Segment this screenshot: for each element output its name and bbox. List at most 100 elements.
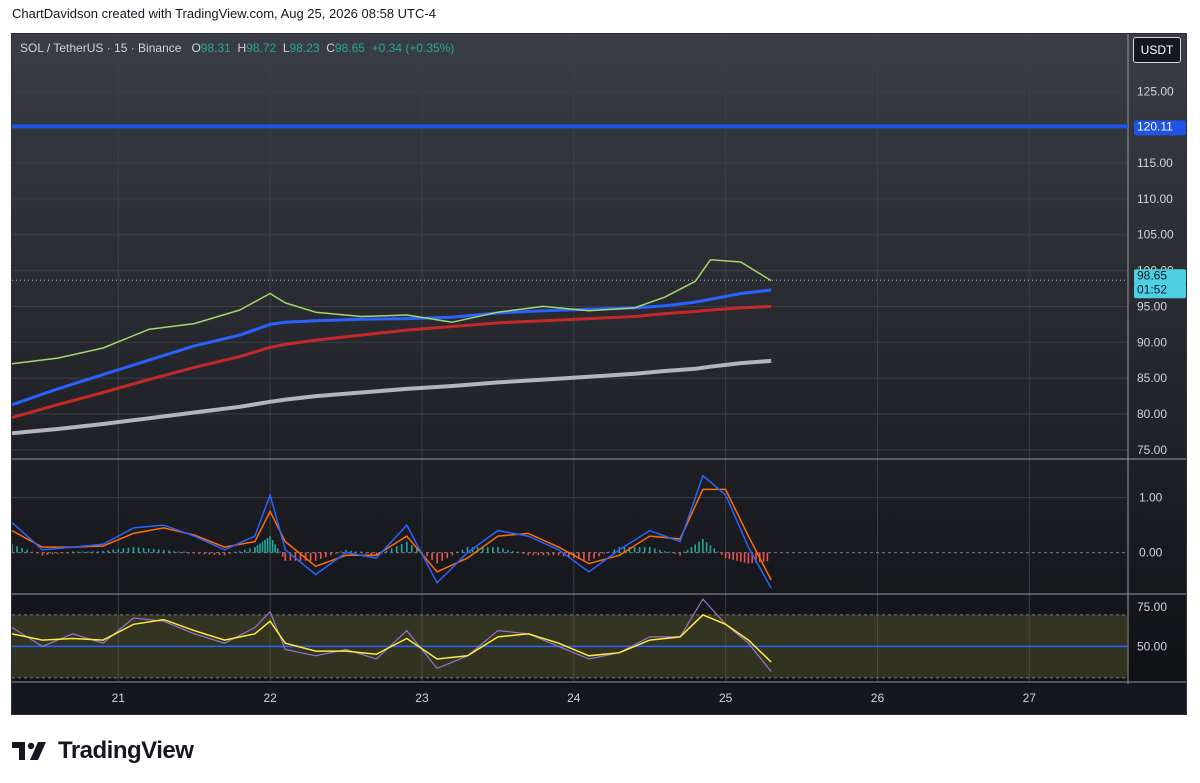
macd-hist-bar <box>679 552 681 556</box>
macd-hist-bar <box>31 551 34 553</box>
macd-hist-bar <box>426 552 428 557</box>
macd-hist-bar <box>451 552 454 556</box>
macd-hist-bar <box>314 552 317 561</box>
macd-hist-bar <box>411 545 413 553</box>
macd-hist-bar <box>87 551 89 553</box>
macd-hist-bar <box>492 547 494 553</box>
chart-canvas[interactable]: 125.00115.00110.00105.00100.0095.0090.00… <box>12 34 1186 714</box>
price-tick-label: 80.00 <box>1137 407 1167 421</box>
macd-hist-bar <box>168 550 170 553</box>
macd-hist-bar <box>132 547 135 553</box>
macd-hist-bar <box>527 552 530 556</box>
time-tick-label: 26 <box>871 691 885 705</box>
macd-hist-bar <box>355 551 357 553</box>
macd-hist-bar <box>659 549 661 553</box>
time-tick-label: 27 <box>1023 691 1037 705</box>
macd-hist-bar <box>436 552 438 564</box>
macd-hist-bar <box>732 552 735 560</box>
macd-hist-bar <box>593 552 595 559</box>
macd-hist-bar <box>256 545 259 553</box>
macd-hist-bar <box>690 547 693 553</box>
high-value: 98.72 <box>246 41 277 55</box>
macd-hist-bar <box>228 552 231 554</box>
macd-hist-bar <box>188 552 190 554</box>
macd-hist-bar <box>557 552 560 556</box>
macd-hist-bar <box>736 552 738 561</box>
macd-hist-bar <box>51 552 54 555</box>
macd-hist-bar <box>717 551 719 553</box>
macd-hist-bar <box>686 549 689 553</box>
chart-frame[interactable]: 125.00115.00110.00105.00100.0095.0090.00… <box>11 33 1187 715</box>
macd-hist-bar <box>198 552 201 554</box>
macd-hist-bar <box>21 548 23 553</box>
macd-hist-bar <box>713 548 716 553</box>
macd-hist-bar <box>512 551 514 553</box>
macd-hist-bar <box>26 549 28 553</box>
macd-hist-bar <box>16 546 18 553</box>
macd-hist-bar <box>705 542 708 553</box>
macd-hist-bar <box>395 546 398 553</box>
low-label: L <box>282 41 290 55</box>
macd-hist-bar <box>142 548 145 553</box>
macd-hist-bar <box>223 552 226 556</box>
macd-hist-bar <box>117 549 120 553</box>
currency-button[interactable]: USDT <box>1133 37 1181 63</box>
macd-hist-bar <box>674 552 676 554</box>
macd-hist-bar <box>276 548 279 553</box>
macd-hist-bar <box>552 552 555 556</box>
low-value: 98.23 <box>289 41 320 55</box>
macd-hist-bar <box>664 551 666 553</box>
macd-hist-bar <box>137 547 140 553</box>
macd-hist-bar <box>249 548 251 553</box>
macd-hist-bar <box>724 552 727 559</box>
macd-hist-bar <box>456 551 459 553</box>
rsi-tick-label: 75.00 <box>1137 600 1167 614</box>
macd-hist-bar <box>46 552 49 555</box>
macd-hist-bar <box>102 550 104 553</box>
macd-hist-bar <box>405 541 408 553</box>
open-label: O <box>191 41 201 55</box>
macd-hist-bar <box>178 551 180 553</box>
price-tick-label: 90.00 <box>1137 335 1167 349</box>
time-tick-label: 24 <box>567 691 581 705</box>
macd-hist-bar <box>269 536 271 553</box>
macd-hist-bar <box>76 551 79 553</box>
macd-hist-bar <box>284 552 287 561</box>
macd-hist-bar <box>507 549 509 553</box>
macd-hist-bar <box>107 550 109 553</box>
resistance-price-label: 120.11 <box>1137 119 1173 133</box>
last-price-label: 98.65 <box>1137 268 1167 282</box>
macd-hist-bar <box>350 550 352 553</box>
time-tick-label: 23 <box>415 691 429 705</box>
macd-hist-bar <box>82 551 84 553</box>
countdown-label: 01:52 <box>1137 282 1167 296</box>
rsi-tick-label: 50.00 <box>1137 639 1167 653</box>
macd-hist-bar <box>127 547 130 553</box>
macd-hist-bar <box>254 547 256 553</box>
macd-hist-bar <box>71 551 74 553</box>
macd-hist-bar <box>517 551 519 553</box>
macd-hist-bar <box>203 552 206 555</box>
macd-hist-bar <box>547 552 550 556</box>
macd-hist-bar <box>208 552 211 555</box>
macd-hist-bar <box>583 552 585 560</box>
macd-hist-bar <box>441 552 444 561</box>
macd-hist-bar <box>698 541 700 553</box>
macd-hist-bar <box>669 551 671 553</box>
macd-hist-bar <box>61 552 64 554</box>
macd-hist-bar <box>112 549 115 553</box>
macd-hist-bar <box>537 552 540 556</box>
change-value: +0.34 (+0.35%) <box>371 41 455 55</box>
macd-hist-bar <box>762 552 765 562</box>
tradingview-logo-icon <box>12 742 46 760</box>
symbol-label[interactable]: SOL / TetherUS · 15 · Binance <box>20 41 181 55</box>
macd-hist-bar <box>740 552 742 562</box>
macd-hist-bar <box>638 547 641 553</box>
time-axis-bg <box>12 684 1186 714</box>
macd-hist-bar <box>709 545 712 553</box>
macd-hist-bar <box>56 552 59 554</box>
macd-tick-label: 0.00 <box>1139 546 1163 560</box>
macd-hist-bar <box>122 548 125 553</box>
macd-hist-bar <box>588 552 590 561</box>
price-tick-label: 105.00 <box>1137 228 1174 242</box>
